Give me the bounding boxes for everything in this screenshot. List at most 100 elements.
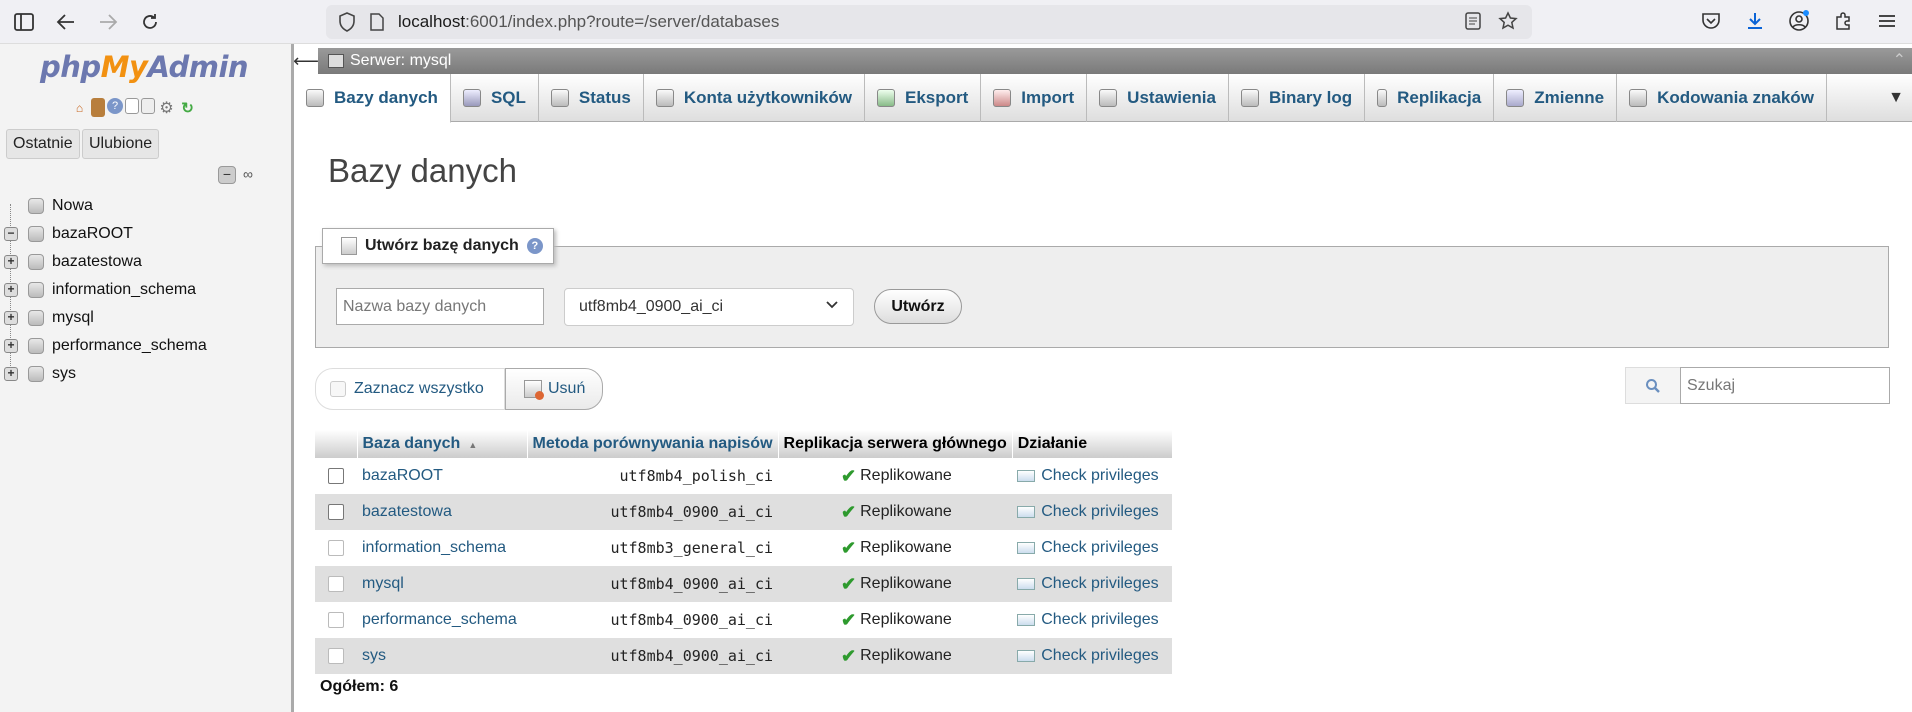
select-all-checkbox[interactable] [330, 381, 346, 397]
account-icon[interactable] [1784, 6, 1814, 36]
tab-label: SQL [490, 88, 526, 107]
recent-button[interactable]: Ostatnie [6, 129, 80, 159]
tree-item-sys[interactable]: + sys [0, 360, 290, 388]
link-icon[interactable]: ∞ [239, 166, 257, 184]
collation-select[interactable]: utf8mb4_0900_ai_ci [564, 288, 854, 326]
header-collation[interactable]: Metoda porównywania napisów [527, 430, 779, 458]
check-privileges-link[interactable]: Check privileges [1041, 647, 1158, 665]
help-icon[interactable]: ? [526, 238, 543, 254]
tree-item-mysql[interactable]: + mysql [0, 304, 290, 332]
row-collation: utf8mb4_0900_ai_ci [527, 602, 779, 638]
shield-icon[interactable] [338, 12, 356, 32]
extensions-icon[interactable] [1828, 6, 1858, 36]
tree-item-label[interactable]: performance_schema [52, 337, 207, 355]
check-privileges-link[interactable]: Check privileges [1041, 611, 1158, 629]
tab-import[interactable]: Import [981, 74, 1088, 122]
row-collation: utf8mb4_0900_ai_ci [527, 566, 779, 602]
tree-item-label[interactable]: bazaROOT [52, 225, 133, 243]
docs-icon[interactable] [125, 98, 139, 114]
tab-user-accounts[interactable]: Konta użytkowników [644, 74, 865, 122]
header-label[interactable]: Baza danych [363, 435, 461, 452]
tree-item-label[interactable]: Nowa [52, 197, 93, 215]
row-checkbox[interactable] [328, 612, 344, 628]
bookmark-star-icon[interactable] [1498, 11, 1518, 36]
row-replication-cell: ✔ Replikowane [778, 602, 1013, 638]
create-button[interactable]: Utwórz [874, 289, 962, 324]
home-icon[interactable]: ⌂ [70, 98, 89, 117]
expand-icon[interactable]: + [4, 255, 18, 269]
sql-docs-icon[interactable] [141, 98, 155, 114]
row-checkbox[interactable] [328, 504, 344, 520]
reader-view-icon[interactable] [1464, 11, 1482, 36]
database-name-input[interactable] [336, 288, 544, 325]
collapse-up-icon[interactable]: ⌃ [1893, 50, 1906, 70]
expand-icon[interactable]: + [4, 283, 18, 297]
tab-charsets[interactable]: Kodowania znaków [1617, 74, 1827, 122]
tab-export[interactable]: Eksport [865, 74, 982, 122]
expand-icon[interactable]: + [4, 311, 18, 325]
check-privileges-link[interactable]: Check privileges [1041, 539, 1158, 557]
download-icon[interactable] [1740, 6, 1770, 36]
help-icon[interactable]: ? [107, 98, 123, 114]
expand-icon[interactable]: + [4, 367, 18, 381]
row-checkbox[interactable] [328, 540, 344, 556]
row-checkbox[interactable] [328, 468, 344, 484]
tab-status[interactable]: Status [539, 74, 644, 122]
tree-item-new[interactable]: Nowa [0, 192, 290, 220]
row-checkbox[interactable] [328, 648, 344, 664]
tree-item-performance-schema[interactable]: + performance_schema [0, 332, 290, 360]
database-link[interactable]: performance_schema [362, 611, 517, 628]
favorites-button[interactable]: Ulubione [82, 129, 160, 159]
more-tabs-icon[interactable]: ▼ [1880, 74, 1912, 122]
check-privileges-link[interactable]: Check privileges [1041, 467, 1158, 485]
tree-item-label[interactable]: mysql [52, 309, 94, 327]
database-link[interactable]: bazatestowa [362, 503, 452, 520]
search-input[interactable] [1680, 367, 1890, 404]
refresh-icon[interactable]: ↻ [178, 98, 197, 117]
database-link[interactable]: mysql [362, 575, 404, 592]
collapse-all-icon[interactable]: − [218, 166, 236, 184]
database-link[interactable]: information_schema [362, 539, 506, 556]
tab-databases[interactable]: Bazy danych [294, 74, 451, 123]
expand-icon[interactable]: + [4, 339, 18, 353]
row-database-cell: sys [357, 638, 527, 674]
server-label[interactable]: Serwer: mysql [350, 52, 451, 70]
tab-settings[interactable]: Ustawienia [1087, 74, 1229, 122]
check-privileges-link[interactable]: Check privileges [1041, 575, 1158, 593]
quick-links: ⌂ ? ⚙ ↻ [70, 98, 197, 117]
tree-item-label[interactable]: sys [52, 365, 76, 383]
back-arrow-icon[interactable]: ⟵ [293, 48, 319, 74]
menu-icon[interactable] [1872, 6, 1902, 36]
tree-item-information-schema[interactable]: + information_schema [0, 276, 290, 304]
forward-arrow-icon[interactable] [90, 4, 126, 40]
table-row: sys utf8mb4_0900_ai_ci ✔ Replikowane Chec… [315, 638, 1173, 674]
row-database-cell: information_schema [357, 530, 527, 566]
settings-gear-icon[interactable]: ⚙ [157, 98, 176, 117]
tree-item-label[interactable]: information_schema [52, 281, 196, 299]
collapse-icon[interactable]: − [4, 227, 18, 241]
sidebar-toggle-icon[interactable] [6, 4, 42, 40]
database-link[interactable]: bazaROOT [362, 467, 443, 484]
check-privileges-link[interactable]: Check privileges [1041, 503, 1158, 521]
row-checkbox[interactable] [328, 576, 344, 592]
phpmyadmin-logo[interactable]: phpMyAdmin [40, 50, 249, 84]
tab-variables[interactable]: Zmienne [1494, 74, 1618, 122]
tree-item-bazatestowa[interactable]: + bazatestowa [0, 248, 290, 276]
logout-icon[interactable] [91, 98, 105, 117]
address-bar[interactable]: localhost:6001/index.php?route=/server/d… [326, 5, 1532, 39]
select-all-button[interactable]: Zaznacz wszystko [315, 368, 505, 410]
header-database[interactable]: Baza danych ▲ [357, 430, 528, 458]
pocket-icon[interactable] [1696, 6, 1726, 36]
delete-button[interactable]: Usuń [505, 368, 603, 410]
reload-icon[interactable] [132, 4, 168, 40]
tab-replication[interactable]: Replikacja [1365, 74, 1495, 122]
row-database-cell: performance_schema [357, 602, 527, 638]
table-row: information_schema utf8mb3_general_ci ✔ R… [315, 530, 1173, 566]
select-all-label[interactable]: Zaznacz wszystko [354, 380, 484, 398]
tab-sql[interactable]: SQL [451, 74, 539, 122]
tree-item-bazaroot[interactable]: − bazaROOT [0, 220, 290, 248]
tree-item-label[interactable]: bazatestowa [52, 253, 142, 271]
tab-binary-log[interactable]: Binary log [1229, 74, 1366, 122]
database-link[interactable]: sys [362, 647, 386, 664]
back-arrow-icon[interactable] [48, 4, 84, 40]
